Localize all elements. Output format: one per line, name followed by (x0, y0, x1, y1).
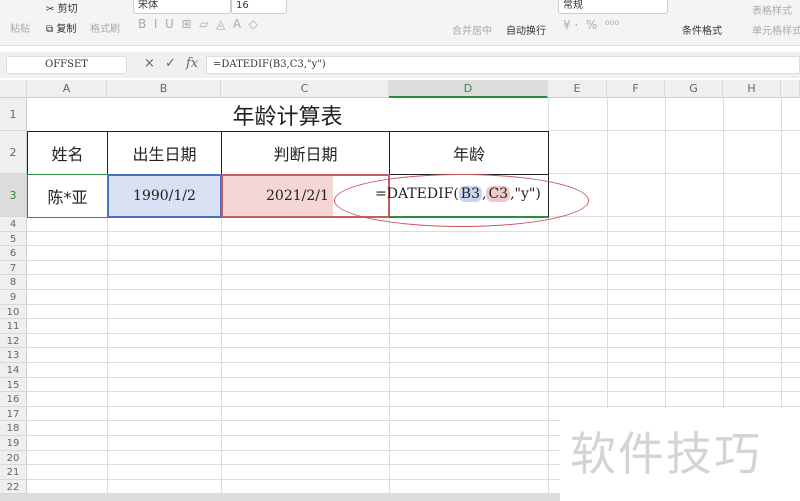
column-header[interactable]: B (107, 80, 221, 98)
sheet-tab-bar[interactable] (0, 494, 560, 501)
column-header[interactable]: D (389, 80, 548, 98)
column-header[interactable] (781, 80, 800, 98)
cut-label: 剪切 (57, 4, 78, 15)
column-header[interactable]: F (607, 80, 665, 98)
fx-icon[interactable]: fx (186, 56, 198, 71)
column-header[interactable]: E (548, 80, 607, 98)
name-cell[interactable]: 陈*亚 (27, 174, 108, 218)
row-header[interactable]: 13 (0, 348, 27, 363)
row-header[interactable]: 15 (0, 377, 27, 393)
column-header[interactable]: C (221, 80, 389, 98)
row-header[interactable]: 10 (0, 304, 27, 320)
row-header[interactable]: 6 (0, 246, 27, 261)
row-header[interactable]: 2 (0, 131, 27, 174)
row-header[interactable]: 1 (0, 98, 27, 131)
column-header[interactable]: H (723, 80, 781, 98)
row-header[interactable]: 19 (0, 436, 27, 451)
confirm-icon[interactable]: ✓ (165, 56, 176, 71)
copy-button[interactable]: ⧉ 复制 (46, 20, 76, 35)
column-header[interactable]: A (27, 80, 107, 98)
row-header[interactable]: 17 (0, 406, 27, 422)
name-box[interactable]: OFFSET (6, 56, 127, 74)
ribbon: 粘贴 ✂ 剪切 ⧉ 复制 格式刷 宋体 16 B I U ⊞ ▱ ◬ A ◇ 合… (0, 0, 800, 46)
formula-prefix: =DATEDIF( (375, 186, 459, 202)
number-format-select[interactable]: 常规 (558, 0, 668, 14)
font-name-select[interactable]: 宋体 (133, 0, 231, 14)
column-header[interactable]: G (665, 80, 723, 98)
header-cell[interactable]: 姓名 (27, 131, 108, 175)
table-style-button[interactable]: 表格样式 (752, 2, 792, 17)
copy-label: 复制 (56, 24, 77, 35)
header-cell[interactable]: 判断日期 (221, 131, 390, 175)
formula-input[interactable]: =DATEDIF(B3,C3,"y") (206, 56, 800, 74)
ref-c3: C3 (486, 186, 511, 202)
format-icons[interactable]: B I U ⊞ ▱ ◬ A ◇ (138, 17, 258, 31)
row-header[interactable]: 7 (0, 260, 27, 276)
row-header[interactable]: 11 (0, 319, 27, 334)
font-size-select[interactable]: 16 (231, 0, 287, 14)
row-header[interactable]: 12 (0, 333, 27, 349)
formula-suffix: ,"y") (510, 186, 541, 202)
title-cell[interactable]: 年龄计算表 (27, 98, 548, 131)
merge-center-button[interactable]: 合并居中 (452, 22, 492, 37)
row-header[interactable]: 22 (0, 479, 27, 495)
row-header[interactable]: 21 (0, 465, 27, 480)
row-header[interactable]: 14 (0, 363, 27, 378)
cell-style-button[interactable]: 单元格样式 (752, 22, 800, 37)
row-header[interactable]: 20 (0, 450, 27, 466)
row-header[interactable]: 4 (0, 217, 27, 232)
row-header[interactable]: 9 (0, 290, 27, 305)
header-cell[interactable]: 出生日期 (107, 131, 222, 175)
header-cell[interactable]: 年龄 (389, 131, 549, 175)
row-header[interactable]: 5 (0, 231, 27, 247)
conditional-format-button[interactable]: 条件格式 (682, 22, 722, 37)
format-painter-button[interactable]: 格式刷 (90, 20, 120, 35)
row-header[interactable]: 18 (0, 421, 27, 436)
watermark: 软件技巧 (560, 408, 800, 501)
ref-b3: B3 (458, 186, 482, 202)
formula-bar: OFFSET × ✓ fx =DATEDIF(B3,C3,"y") (0, 52, 800, 78)
cut-button[interactable]: ✂ 剪切 (46, 0, 78, 15)
copy-icon: ⧉ (46, 24, 54, 35)
row-header[interactable]: 8 (0, 275, 27, 290)
formula-in-cell: =DATEDIF(B3, C3 ,"y") (375, 186, 541, 202)
row-header[interactable]: 16 (0, 392, 27, 407)
birth-date-cell[interactable]: 1990/1/2 (107, 174, 222, 218)
number-icons[interactable]: ¥ · % ⁰⁰⁰ (563, 18, 619, 32)
wrap-text-button[interactable]: 自动换行 (506, 22, 546, 37)
paste-button[interactable]: 粘贴 (10, 20, 30, 35)
scissors-icon: ✂ (46, 4, 55, 15)
select-all-corner[interactable] (0, 80, 27, 98)
row-header[interactable]: 3 (0, 174, 27, 217)
cancel-icon[interactable]: × (144, 56, 155, 71)
